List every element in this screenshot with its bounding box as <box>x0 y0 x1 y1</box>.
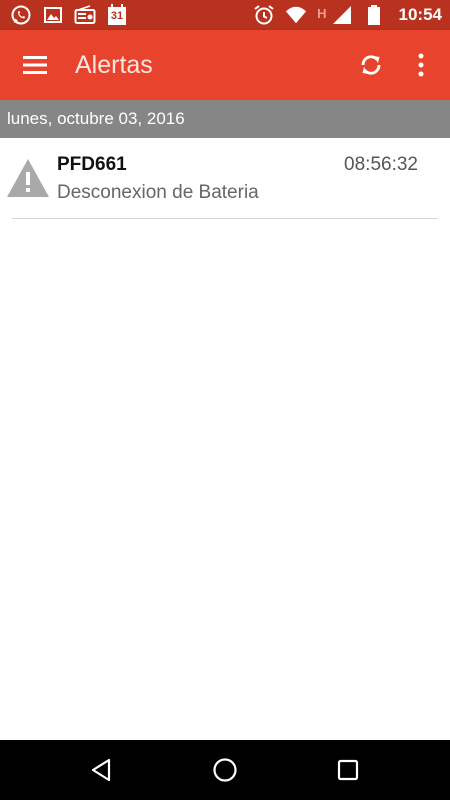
navigation-bar <box>0 740 450 800</box>
app-bar: Alertas <box>0 30 450 100</box>
radio-icon <box>74 4 96 26</box>
status-bar: 31 H 10:54 <box>0 0 450 30</box>
menu-icon <box>23 56 47 74</box>
recents-icon <box>338 759 359 781</box>
sync-icon <box>361 55 381 75</box>
alarm-icon <box>253 4 275 26</box>
date-label: lunes, octubre 03, 2016 <box>7 109 185 128</box>
calendar-icon: 31 <box>106 4 128 26</box>
home-button[interactable] <box>195 740 255 800</box>
status-bar-notifications: 31 <box>10 4 128 26</box>
battery-icon <box>363 4 385 26</box>
alert-description: Desconexion de Bateria <box>57 182 259 203</box>
network-type-indicator: H <box>317 6 327 21</box>
list-divider <box>12 218 438 219</box>
alert-list-item[interactable]: PFD661 08:56:32 Desconexion de Bateria <box>0 138 450 218</box>
refresh-button[interactable] <box>346 30 396 100</box>
menu-button[interactable] <box>0 30 70 100</box>
alert-time: 08:56:32 <box>344 154 418 175</box>
recents-button[interactable] <box>318 740 378 800</box>
image-icon <box>42 4 64 26</box>
calendar-day: 31 <box>110 10 124 22</box>
wifi-icon <box>285 4 307 26</box>
home-icon <box>213 758 237 782</box>
overflow-menu-button[interactable] <box>396 30 446 100</box>
signal-icon <box>331 4 353 26</box>
whatsapp-icon <box>10 4 32 26</box>
back-icon <box>91 758 110 782</box>
date-section-header: lunes, octubre 03, 2016 <box>0 100 450 138</box>
app-title: Alertas <box>75 50 153 79</box>
back-button[interactable] <box>72 740 132 800</box>
status-bar-system: H 10:54 <box>253 4 442 26</box>
alert-plate: PFD661 <box>57 154 127 175</box>
warning-icon <box>7 159 49 197</box>
status-time: 10:54 <box>398 5 442 24</box>
more-vert-icon <box>418 53 424 77</box>
